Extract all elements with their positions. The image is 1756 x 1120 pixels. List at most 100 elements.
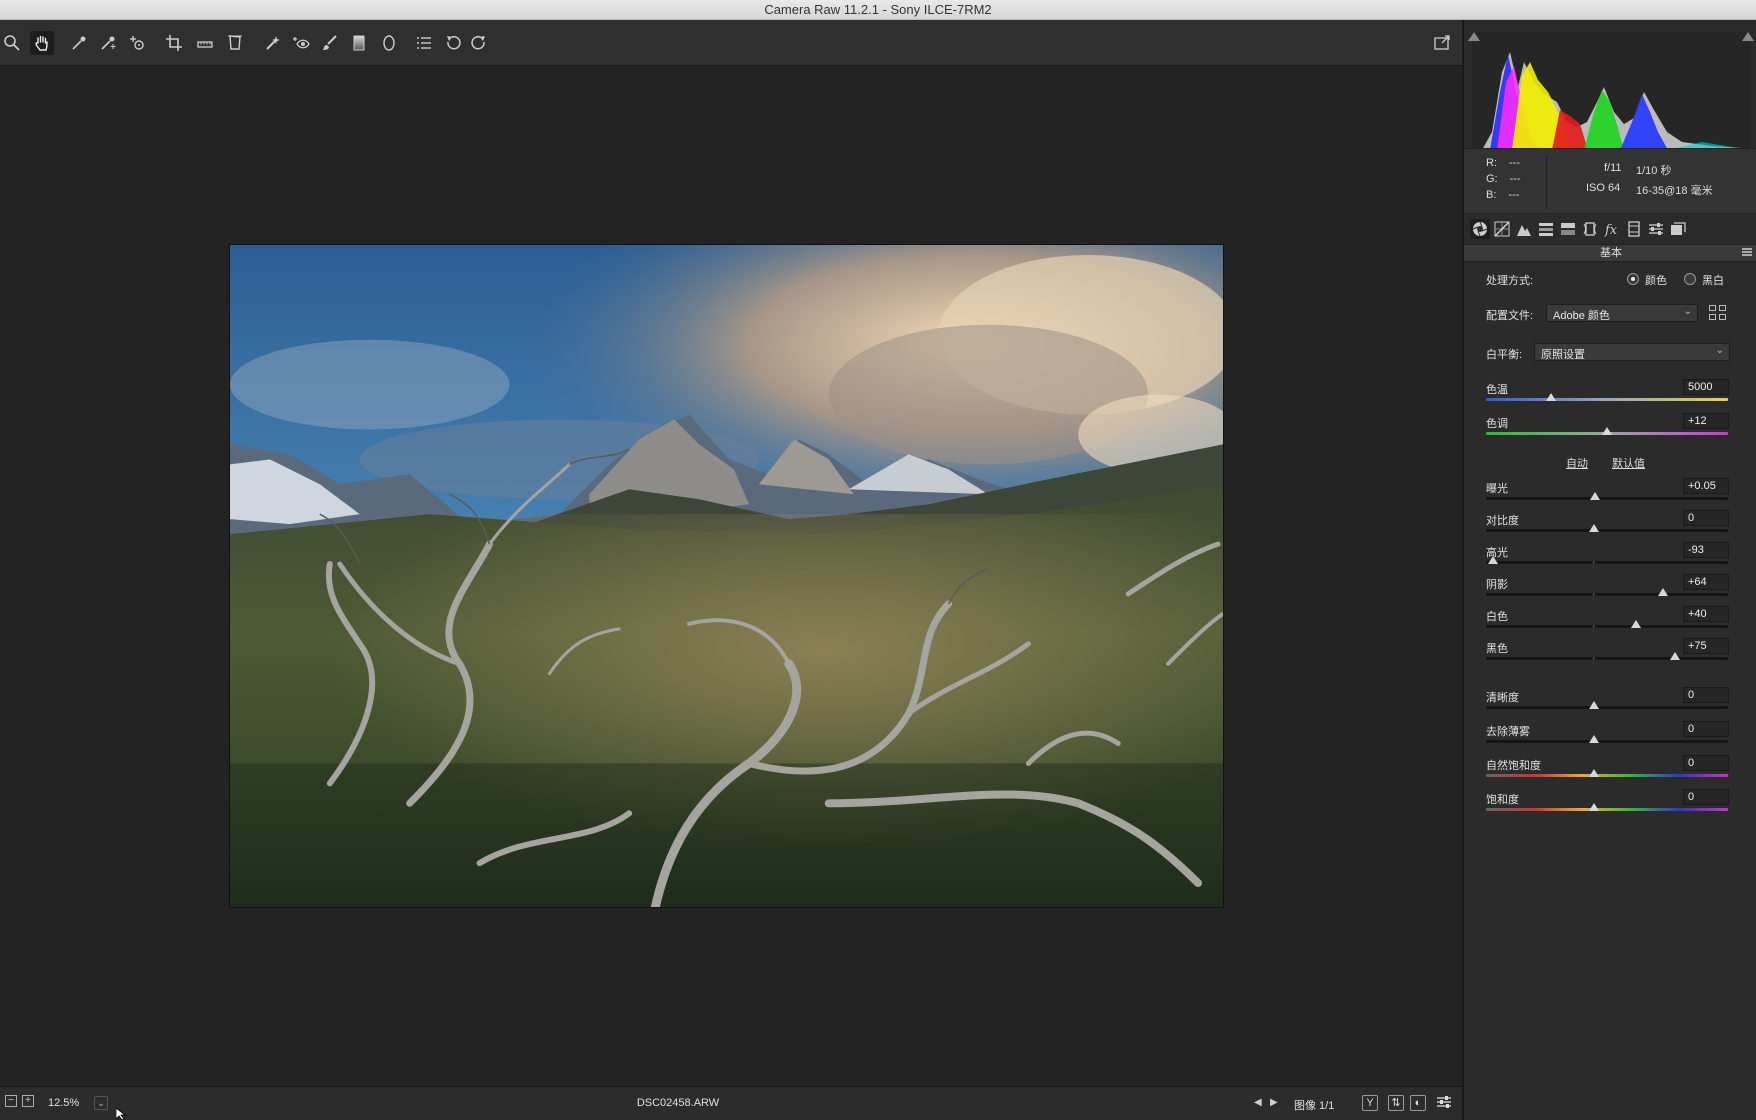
highlights-slider-track[interactable] — [1486, 561, 1728, 564]
treatment-bw-radio[interactable] — [1684, 273, 1696, 285]
preferences-tool[interactable] — [412, 31, 436, 55]
exposure-slider-thumb[interactable] — [1589, 492, 1600, 500]
shadows-slider-thumb[interactable] — [1657, 588, 1668, 596]
wb-select[interactable]: 原照设置 ⌄ — [1534, 343, 1730, 361]
mouse-cursor-icon — [116, 1108, 127, 1120]
contrast-slider-thumb[interactable] — [1588, 524, 1599, 532]
whites-slider-track[interactable] — [1486, 625, 1728, 628]
tab-hsl[interactable] — [1536, 219, 1556, 239]
tab-split-toning[interactable] — [1558, 219, 1578, 239]
blacks-slider-thumb[interactable] — [1669, 652, 1680, 660]
tab-calibration[interactable] — [1624, 219, 1644, 239]
tab-lens-corrections[interactable] — [1580, 219, 1600, 239]
photo-preview[interactable] — [229, 244, 1224, 908]
prev-image-button[interactable]: ◀ — [1254, 1096, 1262, 1108]
auto-link[interactable]: 自动 — [1566, 455, 1588, 471]
window-title: Camera Raw 11.2.1 - Sony ILCE-7RM2 — [764, 2, 992, 17]
g-label: G: — [1486, 173, 1498, 185]
targeted-adjustment-tool[interactable] — [125, 31, 149, 55]
landscape-photo — [230, 245, 1223, 907]
tint-value-field[interactable]: +12 — [1683, 413, 1729, 429]
shadow-clipping-toggle[interactable] — [1468, 32, 1480, 41]
zoom-tool[interactable] — [0, 31, 24, 55]
panel-menu-icon[interactable] — [1742, 248, 1752, 256]
preview-settings-button[interactable] — [1436, 1094, 1452, 1113]
temp-slider-track[interactable] — [1486, 398, 1728, 401]
temp-label: 色温 — [1486, 384, 1508, 396]
wb-label: 白平衡: — [1486, 349, 1523, 361]
rotate-right-tool[interactable] — [467, 31, 491, 55]
adjustment-brush-tool[interactable] — [318, 31, 342, 55]
dehaze-value-field[interactable]: 0 — [1683, 721, 1729, 737]
contrast-value-field[interactable]: 0 — [1683, 510, 1729, 526]
dehaze-slider-track[interactable] — [1486, 740, 1728, 743]
next-image-button[interactable]: ▶ — [1270, 1096, 1278, 1108]
tab-tone-curve[interactable] — [1492, 219, 1512, 239]
swap-settings-button[interactable]: ⇅ — [1388, 1095, 1404, 1111]
highlight-clipping-toggle[interactable] — [1742, 32, 1754, 41]
camera-calibration-icon — [1628, 221, 1640, 237]
default-link[interactable]: 默认值 — [1612, 455, 1645, 471]
saturation-slider-thumb[interactable] — [1588, 803, 1599, 811]
split-tone-icon — [1561, 223, 1575, 235]
toolbar — [0, 20, 1462, 66]
tab-effects[interactable]: fx — [1602, 219, 1622, 239]
rotate-cw-icon — [471, 36, 485, 50]
graduated-filter-tool[interactable] — [347, 31, 371, 55]
vibrance-value-field[interactable]: 0 — [1683, 755, 1729, 771]
color-sampler-icon — [101, 36, 116, 50]
radial-filter-tool[interactable] — [377, 31, 401, 55]
vibrance-slider-thumb[interactable] — [1588, 769, 1599, 777]
saturation-slider-track[interactable] — [1486, 808, 1728, 811]
whites-slider-thumb[interactable] — [1631, 620, 1642, 628]
dehaze-slider-thumb[interactable] — [1588, 735, 1599, 743]
clarity-slider-thumb[interactable] — [1588, 701, 1599, 709]
blacks-value-field[interactable]: +75 — [1683, 638, 1729, 654]
rotate-left-tool[interactable] — [441, 31, 465, 55]
hand-tool[interactable] — [30, 31, 54, 55]
temp-slider-thumb[interactable] — [1546, 393, 1557, 401]
white-balance-tool[interactable] — [67, 31, 91, 55]
tint-slider-thumb[interactable] — [1602, 427, 1612, 435]
shadows-slider-track[interactable] — [1486, 593, 1728, 596]
image-info: R: --- G: --- B: --- f/11 1/10 秒 ISO 64 16-… — [1464, 148, 1756, 214]
blacks-slider-track[interactable] — [1486, 657, 1728, 660]
before-after-toggle[interactable]: Y — [1362, 1095, 1378, 1111]
saturation-value-field[interactable]: 0 — [1683, 789, 1729, 805]
tab-basic[interactable] — [1470, 219, 1490, 239]
crop-tool[interactable] — [162, 31, 186, 55]
exposure-value-field[interactable]: +0.05 — [1683, 478, 1729, 494]
profile-browser-button[interactable] — [1709, 305, 1727, 321]
shutter-speed: 1/10 秒 — [1636, 165, 1672, 177]
shadows-value-field[interactable]: +64 — [1683, 574, 1729, 590]
lens-info: 16-35@18 毫米 — [1636, 185, 1713, 197]
clarity-slider-track[interactable] — [1486, 706, 1728, 709]
camera-raw-window: Camera Raw 11.2.1 - Sony ILCE-7RM2 − + 1… — [0, 0, 1756, 1120]
tab-snapshots[interactable] — [1668, 219, 1688, 239]
preview-area[interactable] — [0, 66, 1462, 1086]
highlights-value-field[interactable]: -93 — [1683, 542, 1729, 558]
fullscreen-toggle[interactable] — [1430, 31, 1454, 55]
r-label: R: — [1486, 157, 1497, 169]
spot-removal-tool[interactable] — [261, 31, 285, 55]
status-bar: − + 12.5% ⌄ DSC02458.ARW ◀ ▶ 图像 1/1 Y ⇅ … — [0, 1086, 1462, 1120]
transform-tool[interactable] — [223, 31, 247, 55]
treatment-color-radio[interactable] — [1627, 273, 1639, 285]
tab-presets[interactable] — [1646, 219, 1666, 239]
red-eye-tool[interactable] — [289, 31, 313, 55]
r-value: --- — [1509, 157, 1520, 169]
whites-value-field[interactable]: +40 — [1683, 606, 1729, 622]
straighten-tool[interactable] — [193, 31, 217, 55]
clarity-value-field[interactable]: 0 — [1683, 687, 1729, 703]
profile-select[interactable]: Adobe 颜色 ⌄ — [1546, 304, 1698, 322]
temp-value-field[interactable]: 5000 — [1683, 379, 1729, 395]
exposure-slider-track[interactable] — [1486, 497, 1728, 500]
contrast-slider-track[interactable] — [1486, 529, 1728, 532]
copy-settings-button[interactable]: ◐ — [1410, 1095, 1426, 1111]
highlights-slider-thumb[interactable] — [1488, 556, 1499, 564]
tab-detail[interactable] — [1514, 219, 1534, 239]
lens-icon — [1583, 222, 1597, 236]
vibrance-slider-track[interactable] — [1486, 774, 1728, 777]
transform-icon — [228, 35, 242, 50]
color-sampler-tool[interactable] — [96, 31, 120, 55]
